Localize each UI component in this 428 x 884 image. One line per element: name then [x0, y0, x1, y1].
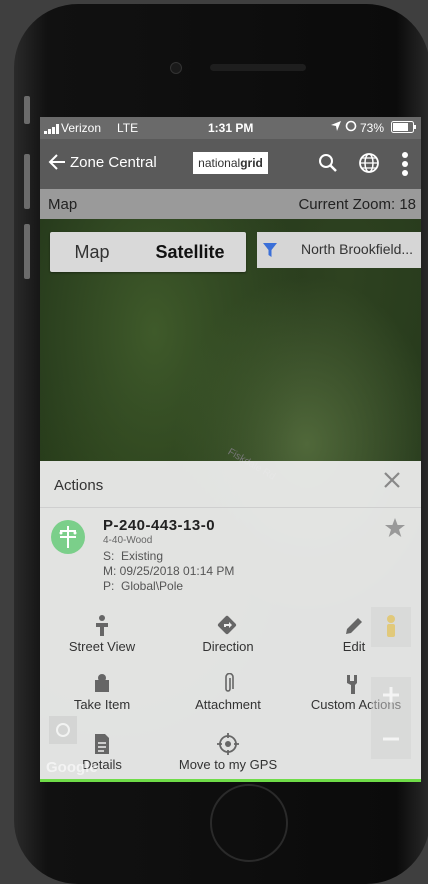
map-info-bar: Map Current Zoom: 18 [40, 189, 421, 219]
item-type: 4-40-Wood [103, 535, 153, 546]
star-icon[interactable] [384, 517, 406, 544]
clock: 1:31 PM [208, 121, 254, 135]
globe-icon[interactable] [358, 152, 380, 179]
pegman-icon[interactable] [371, 607, 411, 647]
take-item-button[interactable]: Take Item [70, 673, 134, 712]
volume-up-button [24, 154, 30, 209]
divider [40, 507, 421, 508]
app-screen: Verizon LTE 1:31 PM 73% Zone Central nat… [40, 117, 421, 782]
street-view-icon [96, 615, 108, 636]
zoom-controls [371, 677, 411, 759]
wrench-icon [347, 675, 357, 694]
take-item-icon [95, 674, 109, 692]
logo-prefix: national [198, 156, 241, 170]
filter-dropdown[interactable]: North Brookfield... [257, 232, 421, 268]
google-watermark: Google [46, 759, 98, 776]
search-icon[interactable] [318, 153, 338, 178]
bottom-accent-line [40, 779, 421, 782]
gps-crosshair-icon [217, 733, 239, 755]
map-label: Map [48, 196, 78, 213]
home-button[interactable] [210, 784, 288, 862]
more-vert-icon[interactable] [401, 151, 409, 182]
zoom-in-icon[interactable] [381, 685, 401, 710]
front-camera [170, 62, 182, 74]
move-to-gps-button[interactable]: Move to my GPS [178, 733, 278, 772]
back-arrow-icon [48, 154, 65, 170]
street-view-button[interactable]: Street View [64, 615, 140, 654]
logo-bold: grid [240, 156, 263, 170]
move-to-gps-label: Move to my GPS [178, 757, 278, 772]
back-label: Zone Central [70, 153, 157, 171]
volume-down-button [24, 224, 30, 279]
my-location-icon[interactable] [49, 716, 77, 744]
back-button[interactable]: Zone Central [48, 153, 157, 171]
battery-percent: 73% [360, 121, 385, 135]
edit-pencil-icon [346, 618, 362, 634]
street-view-label: Street View [68, 639, 136, 654]
signal-icon [44, 123, 60, 137]
zoom-out-icon[interactable] [381, 729, 401, 754]
panel-title: Actions [54, 477, 104, 494]
direction-icon [217, 615, 237, 635]
attachment-button[interactable]: Attachment [188, 673, 268, 712]
filter-funnel-icon [263, 243, 277, 257]
zoom-level: Current Zoom: 18 [298, 196, 416, 213]
national-grid-logo: nationalgrid [193, 152, 268, 174]
details-document-icon [95, 734, 109, 754]
paperclip-icon [225, 673, 234, 692]
app-bar: Zone Central nationalgrid [40, 139, 421, 189]
map-toggle-satellite[interactable]: Satellite [134, 232, 246, 272]
actions-panel: Actions P-240-443-13-0 4-40-Wood S: Exis… [40, 461, 421, 779]
item-id: P-240-443-13-0 [103, 517, 216, 534]
attachment-label: Attachment [195, 697, 261, 712]
map-toggle-map[interactable]: Map [50, 232, 134, 272]
item-modified: M: 09/25/2018 01:14 PM [103, 564, 235, 578]
take-item-label: Take Item [73, 697, 131, 712]
earpiece-speaker [210, 64, 306, 71]
item-path: P: Global\Pole [103, 579, 184, 593]
alarm-icon [345, 120, 357, 135]
edit-button[interactable]: Edit [332, 615, 376, 654]
carrier-label: Verizon [61, 121, 102, 135]
edit-label: Edit [342, 639, 366, 654]
direction-button[interactable]: Direction [188, 615, 268, 654]
network-label: LTE [117, 121, 139, 135]
direction-label: Direction [202, 639, 254, 654]
location-arrow-icon [330, 120, 342, 135]
status-bar: Verizon LTE 1:31 PM 73% [40, 117, 421, 139]
pole-icon [51, 520, 85, 554]
item-status: S: Existing [103, 549, 164, 563]
close-icon[interactable] [383, 471, 401, 494]
filter-label: North Brookfield... [301, 241, 414, 257]
mute-switch [24, 96, 30, 124]
battery-icon [391, 121, 417, 136]
map-type-toggle: Map Satellite [50, 232, 246, 272]
